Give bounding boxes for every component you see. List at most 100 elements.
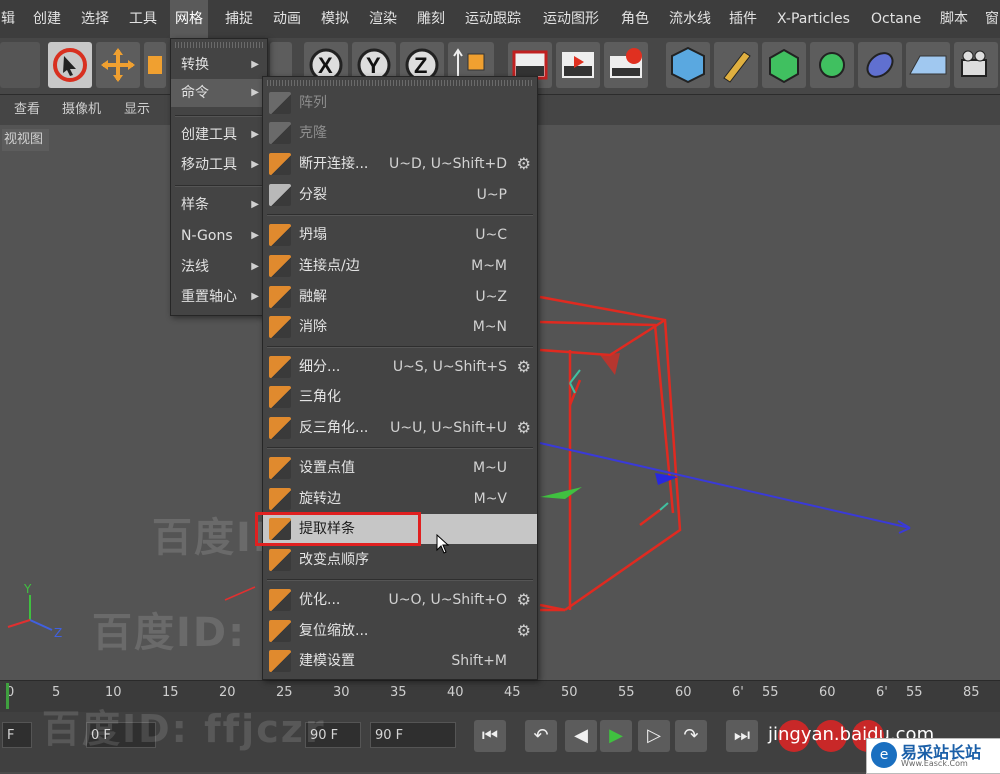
preview-end-field[interactable]: 90 F [370,722,456,748]
array-icon [269,92,291,114]
goto-end-icon[interactable]: ⏭ [726,720,758,752]
mesh-menu-spline[interactable]: 样条 ▶ [171,191,267,219]
mesh-menu-convert[interactable]: 转换 ▶ [171,51,267,79]
gear-icon[interactable]: ⚙ [517,616,531,646]
gear-icon[interactable]: ⚙ [517,585,531,615]
menu-create[interactable]: 创建 [28,0,66,38]
menu-tools[interactable]: 工具 [124,0,162,38]
move-tool-icon[interactable] [96,42,140,88]
menu-item-label: 样条 [181,197,209,213]
submenu-arrow-icon: ▶ [251,59,259,70]
subdivision-icon[interactable] [762,42,806,88]
shortcut-label: M~V [473,491,507,507]
menu-select[interactable]: 选择 [76,0,114,38]
next-frame-icon[interactable]: ▷ [638,720,670,752]
cmd-connect-points-edges[interactable]: 连接点/边 M~M [263,251,537,281]
cube-icon[interactable] [666,42,710,88]
viewport-menu-camera[interactable]: 摄像机 [62,95,101,125]
render-picture-viewer-icon[interactable] [556,42,600,88]
menu-octane[interactable]: Octane [866,0,926,38]
cmd-collapse[interactable]: 坍塌 U~C [263,220,537,250]
render-settings-icon[interactable] [604,42,648,88]
scale-tool-icon[interactable] [144,42,166,88]
playback-controls-bar: F 0 F 90 F 90 F ⏮ ↶ ◀ ▶ ▷ ↷ ⏭ 百度ID: ffjc… [0,707,1000,774]
brand-logo-icon: e [871,742,897,768]
cmd-untriangulate[interactable]: 反三角化... U~U, U~Shift+U ⚙ [263,413,537,443]
menu-motion-tracking[interactable]: 运动跟踪 [460,0,526,38]
menu-render[interactable]: 渲染 [364,0,402,38]
menu-plugins[interactable]: 插件 [724,0,762,38]
timeline-tick: 55 [762,685,779,700]
menu-item-label: 移动工具 [181,157,237,173]
svg-text:Z: Z [54,626,62,640]
floor-icon[interactable] [906,42,950,88]
clone-icon [269,122,291,144]
menu-animate[interactable]: 动画 [268,0,306,38]
svg-text:X: X [318,53,333,78]
menu-script[interactable]: 脚本 [935,0,973,38]
gear-icon[interactable]: ⚙ [517,352,531,382]
current-frame-field[interactable]: F [2,722,32,748]
timeline-tick: 55 [906,685,923,700]
cmd-spin-edge[interactable]: 旋转边 M~V [263,484,537,514]
menu-x-particles[interactable]: X-Particles [772,0,855,38]
cmd-split[interactable]: 分裂 U~P [263,180,537,210]
prev-frame-icon[interactable]: ◀ [565,720,597,752]
goto-start-icon[interactable]: ⏮ [474,720,506,752]
cmd-modeling-settings[interactable]: 建模设置 Shift+M [263,646,537,676]
menu-grip[interactable] [175,42,263,48]
deformer-icon[interactable] [858,42,902,88]
goto-next-key-icon[interactable]: ↷ [675,720,707,752]
mesh-menu-commands[interactable]: 命令 ▶ [171,79,267,107]
menu-edit[interactable]: 辑 [0,0,20,38]
cmd-reset-scale[interactable]: 复位缩放... ⚙ [263,616,537,646]
timeline-playhead[interactable] [6,683,9,709]
menu-snap[interactable]: 捕捉 [220,0,258,38]
viewport-menu-display[interactable]: 显示 [124,95,150,125]
cmd-set-point-value[interactable]: 设置点值 M~U [263,453,537,483]
change-point-order-icon [269,549,291,571]
mesh-menu-reset-axis[interactable]: 重置轴心 ▶ [171,283,267,311]
cmd-subdivide[interactable]: 细分... U~S, U~Shift+S ⚙ [263,352,537,382]
mesh-menu-create-tools[interactable]: 创建工具 ▶ [171,121,267,149]
menu-window[interactable]: 窗 [980,0,1000,38]
menu-simulate[interactable]: 模拟 [316,0,354,38]
menu-pipeline[interactable]: 流水线 [664,0,716,38]
goto-prev-key-icon[interactable]: ↶ [525,720,557,752]
menu-item-label: 断开连接... [299,156,369,172]
viewport-label: 视视图 [2,129,50,151]
camera-icon[interactable] [954,42,998,88]
mesh-menu-ngons[interactable]: N-Gons ▶ [171,222,267,250]
play-icon[interactable]: ▶ [600,720,632,752]
undo-icon[interactable] [0,42,40,88]
menu-item-label: 反三角化... [299,420,369,436]
cmd-optimize[interactable]: 优化... U~O, U~Shift+O ⚙ [263,585,537,615]
array-mograph-icon[interactable] [810,42,854,88]
mesh-menu-normals[interactable]: 法线 ▶ [171,253,267,281]
cmd-disconnect[interactable]: 断开连接... U~D, U~Shift+D ⚙ [263,149,537,179]
reset-scale-icon [269,620,291,642]
cmd-triangulate[interactable]: 三角化 [263,382,537,412]
select-tool-icon[interactable] [48,42,92,88]
timeline-tick: 35 [390,685,407,700]
viewport-menu-view[interactable]: 查看 [14,95,40,125]
cmd-melt[interactable]: 融解 U~Z [263,282,537,312]
mesh-menu-move-tools[interactable]: 移动工具 ▶ [171,151,267,179]
menu-character[interactable]: 角色 [616,0,654,38]
timeline-tick: 40 [447,685,464,700]
timeline-tick: 50 [561,685,578,700]
menu-separator [267,346,533,348]
svg-text:Y: Y [23,582,32,596]
pen-icon[interactable] [714,42,758,88]
disconnect-icon [269,153,291,175]
menu-mograph[interactable]: 运动图形 [538,0,604,38]
menu-separator [267,214,533,216]
gear-icon[interactable]: ⚙ [517,413,531,443]
gear-icon[interactable]: ⚙ [517,149,531,179]
cmd-change-point-order[interactable]: 改变点顺序 [263,545,537,575]
menu-grip[interactable] [267,80,533,86]
menu-sculpt[interactable]: 雕刻 [412,0,450,38]
cmd-dissolve[interactable]: 消除 M~N [263,312,537,342]
menu-mesh[interactable]: 网格 [170,0,208,38]
menu-separator [175,115,263,117]
